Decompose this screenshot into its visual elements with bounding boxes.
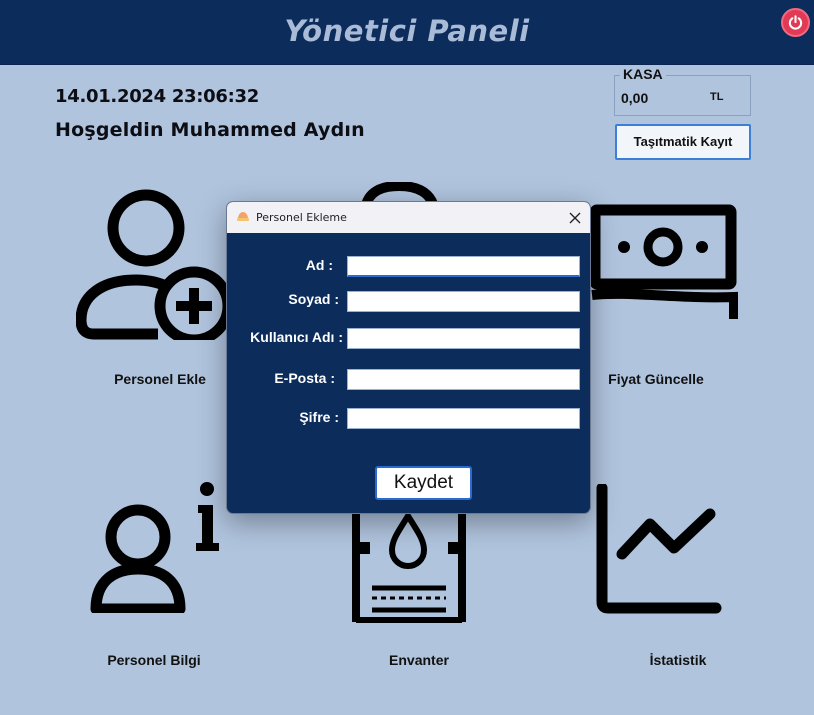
sifre-input[interactable] — [347, 408, 580, 429]
kullanici-adi-label: Kullanıcı Adı : — [250, 329, 343, 345]
tasimatik-kayit-button[interactable]: Taşıtmatik Kayıt — [615, 124, 751, 160]
istatistik-tile[interactable] — [594, 482, 724, 619]
istatistik-label[interactable]: İstatistik — [588, 652, 768, 668]
e-posta-input[interactable] — [347, 369, 580, 390]
e-posta-label: E-Posta : — [274, 370, 335, 386]
close-icon — [569, 212, 581, 224]
power-button[interactable] — [781, 8, 810, 37]
envanter-tile[interactable] — [350, 510, 470, 630]
fiyat-guncelle-label[interactable]: Fiyat Güncelle — [566, 371, 746, 387]
page-title: Yönetici Paneli — [284, 14, 530, 48]
fiyat-guncelle-tile[interactable] — [588, 203, 739, 330]
ad-label: Ad : — [305, 257, 333, 273]
soyad-input[interactable] — [347, 291, 580, 312]
personel-ekle-label[interactable]: Personel Ekle — [70, 371, 250, 387]
add-user-icon — [75, 189, 234, 346]
dialog-titlebar: Personel Ekleme — [227, 202, 590, 233]
kaydet-button[interactable]: Kaydet — [375, 466, 472, 500]
kasa-value: 0,00 — [621, 90, 649, 106]
dialog-title: Personel Ekleme — [256, 211, 347, 224]
envanter-label[interactable]: Envanter — [329, 652, 509, 668]
header-bar: Yönetici Paneli — [0, 0, 814, 65]
close-button[interactable] — [565, 208, 585, 228]
ad-input[interactable] — [347, 256, 580, 277]
datetime-text: 14.01.2024 23:06:32 — [55, 86, 259, 107]
admin-panel-window: Yönetici Paneli 14.01.2024 23:06:32 Hoşg… — [0, 0, 814, 715]
personel-ekle-tile[interactable] — [75, 180, 236, 346]
kasa-label: KASA — [620, 66, 666, 82]
soyad-label: Soyad : — [288, 291, 339, 307]
kullanici-adi-input[interactable] — [347, 328, 580, 349]
personel-bilgi-tile[interactable] — [86, 481, 226, 618]
kasa-unit: TL — [710, 91, 724, 103]
app-icon — [237, 212, 249, 221]
user-info-icon — [90, 482, 219, 615]
chart-icon — [596, 482, 722, 614]
personel-bilgi-label[interactable]: Personel Bilgi — [64, 652, 244, 668]
power-icon — [788, 15, 803, 30]
sifre-label: Şifre : — [299, 409, 339, 425]
welcome-text: Hoşgeldin Muhammed Aydın — [55, 119, 365, 141]
fuel-tank-icon — [352, 510, 466, 623]
personel-ekleme-dialog: Personel Ekleme Ad : Soyad : Kullanıcı A… — [226, 201, 591, 514]
money-icon — [589, 204, 739, 319]
